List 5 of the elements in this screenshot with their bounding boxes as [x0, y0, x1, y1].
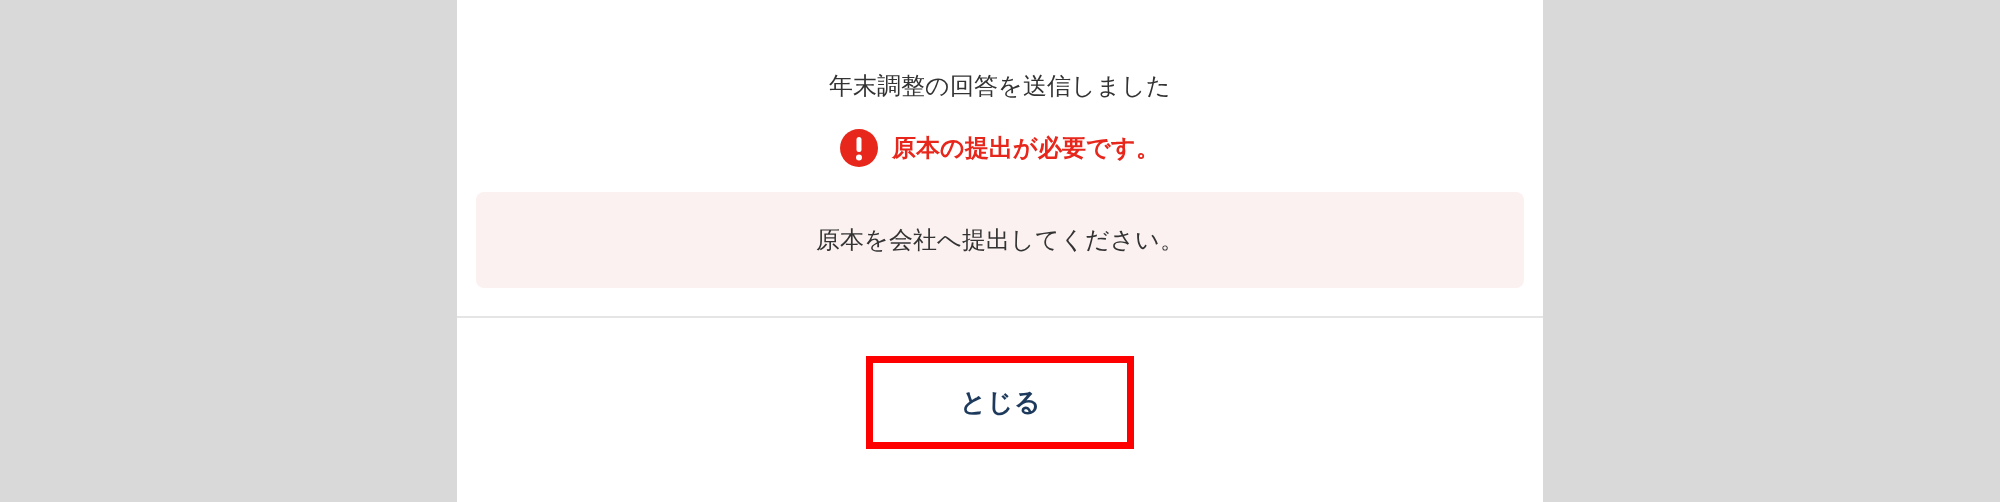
exclamation-icon: [840, 129, 878, 167]
notice-text: 原本を会社へ提出してください。: [816, 225, 1184, 256]
close-button[interactable]: とじる: [866, 356, 1134, 449]
message-text: 年末調整の回答を送信しました: [829, 71, 1171, 102]
alert-text: 原本の提出が必要です。: [892, 133, 1160, 164]
